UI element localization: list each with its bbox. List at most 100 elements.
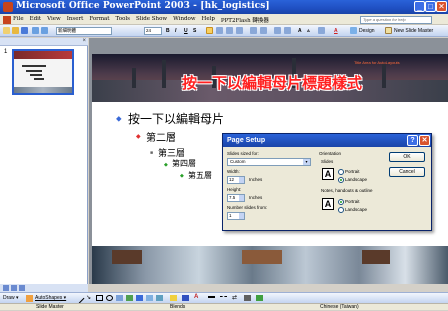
shadow-button[interactable]: S	[193, 27, 196, 35]
ok-button[interactable]: OK	[389, 152, 425, 162]
design-button[interactable]: Design	[359, 27, 375, 35]
font-color-draw-icon[interactable]: A	[194, 294, 201, 302]
number-from-value: 1	[229, 213, 232, 218]
rectangle-icon[interactable]	[96, 295, 103, 301]
align-right-icon[interactable]	[226, 27, 233, 34]
close-window-button[interactable]: ✕	[436, 1, 447, 12]
help-search-input[interactable]: Type a question for help	[360, 16, 432, 24]
height-value: 7.5	[229, 195, 236, 200]
menu-ppt2flash[interactable]: PPT2Flash 轉換器	[221, 16, 269, 24]
clipart-icon[interactable]	[146, 295, 153, 301]
shadow-style-icon[interactable]	[244, 295, 251, 301]
slide-thumbnail[interactable]	[12, 49, 74, 95]
cancel-button[interactable]: Cancel	[389, 167, 425, 177]
normal-view-icon[interactable]	[3, 285, 9, 291]
dialog-close-button[interactable]: ✕	[419, 135, 430, 146]
decrease-font-button[interactable]: A	[307, 27, 310, 35]
dash-style-icon[interactable]	[220, 296, 227, 300]
picture-icon[interactable]	[156, 295, 163, 301]
font-color-button[interactable]: A	[334, 27, 338, 35]
dialog-help-button[interactable]: ?	[407, 135, 418, 146]
number-from-spinner[interactable]: 1	[227, 212, 245, 220]
textbox-icon[interactable]	[116, 295, 123, 301]
decrease-indent-icon[interactable]	[274, 27, 281, 34]
menu-window[interactable]: Window	[173, 16, 195, 24]
align-left-icon[interactable]	[206, 27, 213, 34]
arrow-icon[interactable]: ↘	[86, 295, 93, 302]
arrow-style-icon[interactable]: ⇄	[232, 295, 239, 301]
menu-file[interactable]: File	[13, 16, 24, 24]
font-size-combo[interactable]: 24	[144, 27, 162, 35]
bold-button[interactable]: B	[166, 27, 170, 35]
text-level2[interactable]: 第二層	[146, 129, 176, 144]
spinner-arrows-icon[interactable]	[239, 177, 244, 183]
menu-bar: File Edit View Insert Format Tools Slide…	[0, 14, 448, 25]
menu-edit[interactable]: Edit	[30, 16, 42, 24]
slides-landscape-label: Landscape	[345, 177, 368, 182]
fill-color-icon[interactable]	[170, 295, 177, 301]
dialog-title: Page Setup	[227, 137, 266, 144]
width-spinner[interactable]: 12	[227, 176, 245, 184]
text-level1[interactable]: 按一下以編輯母片	[128, 110, 224, 127]
menu-insert[interactable]: Insert	[67, 16, 84, 24]
text-level4[interactable]: 第四層	[172, 158, 196, 169]
diagram-icon[interactable]	[136, 295, 143, 301]
slideshow-icon[interactable]	[19, 285, 25, 291]
dialog-titlebar[interactable]: Page Setup	[223, 134, 431, 147]
menu-tools[interactable]: Tools	[116, 16, 130, 24]
menu-help[interactable]: Help	[202, 16, 215, 24]
new-slide-icon[interactable]	[385, 27, 392, 34]
line-color-icon[interactable]	[182, 295, 189, 301]
draw-menu-button[interactable]: Draw ▾	[3, 294, 19, 302]
slides-portrait-radio[interactable]	[338, 169, 344, 175]
portrait-orientation-icon: A	[322, 198, 334, 210]
powerpoint-app-icon[interactable]	[3, 2, 13, 12]
ship-shape	[242, 250, 282, 264]
sized-for-label: Slides sized for:	[227, 151, 259, 156]
text-level5[interactable]: 第五層	[188, 170, 212, 181]
design-icon[interactable]	[350, 27, 357, 34]
undo-icon[interactable]	[32, 27, 39, 34]
spinner-arrows-icon[interactable]	[239, 213, 244, 219]
increase-indent-icon[interactable]	[284, 27, 291, 34]
new-icon[interactable]	[3, 27, 10, 34]
height-spinner[interactable]: 7.5	[227, 194, 245, 202]
open-icon[interactable]	[12, 27, 19, 34]
sized-for-select[interactable]: Custom ▾	[227, 158, 311, 166]
notes-landscape-radio[interactable]	[338, 207, 344, 213]
slide-number: 1	[4, 49, 8, 55]
notes-portrait-radio[interactable]	[338, 199, 344, 205]
numbering-icon[interactable]	[250, 27, 257, 34]
font-name-combo[interactable]: 新細明體	[56, 27, 112, 35]
oval-icon[interactable]	[106, 295, 113, 301]
menu-slideshow[interactable]: Slide Show	[136, 16, 167, 24]
justify-icon[interactable]	[236, 27, 243, 34]
slide-sorter-icon[interactable]	[11, 285, 17, 291]
line-style-icon[interactable]	[208, 296, 215, 300]
italic-button[interactable]: I	[175, 27, 176, 35]
bullets-icon[interactable]	[260, 27, 267, 34]
line-spacing-icon[interactable]	[318, 27, 325, 34]
line-icon[interactable]	[74, 293, 85, 304]
slide-title[interactable]: 按一下以編輯母片標題樣式	[122, 72, 422, 93]
autoshapes-icon[interactable]	[26, 295, 33, 302]
wordart-icon[interactable]	[126, 295, 133, 301]
underline-button[interactable]: U	[184, 27, 188, 35]
slides-landscape-radio[interactable]	[338, 177, 344, 183]
menu-view[interactable]: View	[47, 16, 61, 24]
page-setup-dialog: Page Setup ? ✕ Slides sized for: Custom …	[222, 133, 432, 231]
minimize-button[interactable]: _	[414, 1, 425, 12]
new-slide-master-button[interactable]: New Slide Master	[394, 27, 433, 35]
align-center-icon[interactable]	[216, 27, 223, 34]
close-panel-icon[interactable]: ×	[82, 38, 86, 44]
ship-shape	[112, 250, 142, 264]
document-icon[interactable]	[3, 16, 11, 24]
spinner-arrows-icon[interactable]	[239, 195, 244, 201]
increase-font-button[interactable]: A	[298, 27, 302, 35]
save-icon[interactable]	[21, 27, 28, 34]
autoshapes-menu-button[interactable]: AutoShapes ▾	[35, 294, 66, 302]
menu-format[interactable]: Format	[89, 16, 109, 24]
redo-icon[interactable]	[41, 27, 48, 34]
3d-style-icon[interactable]	[256, 295, 263, 301]
maximize-button[interactable]: □	[425, 1, 436, 12]
